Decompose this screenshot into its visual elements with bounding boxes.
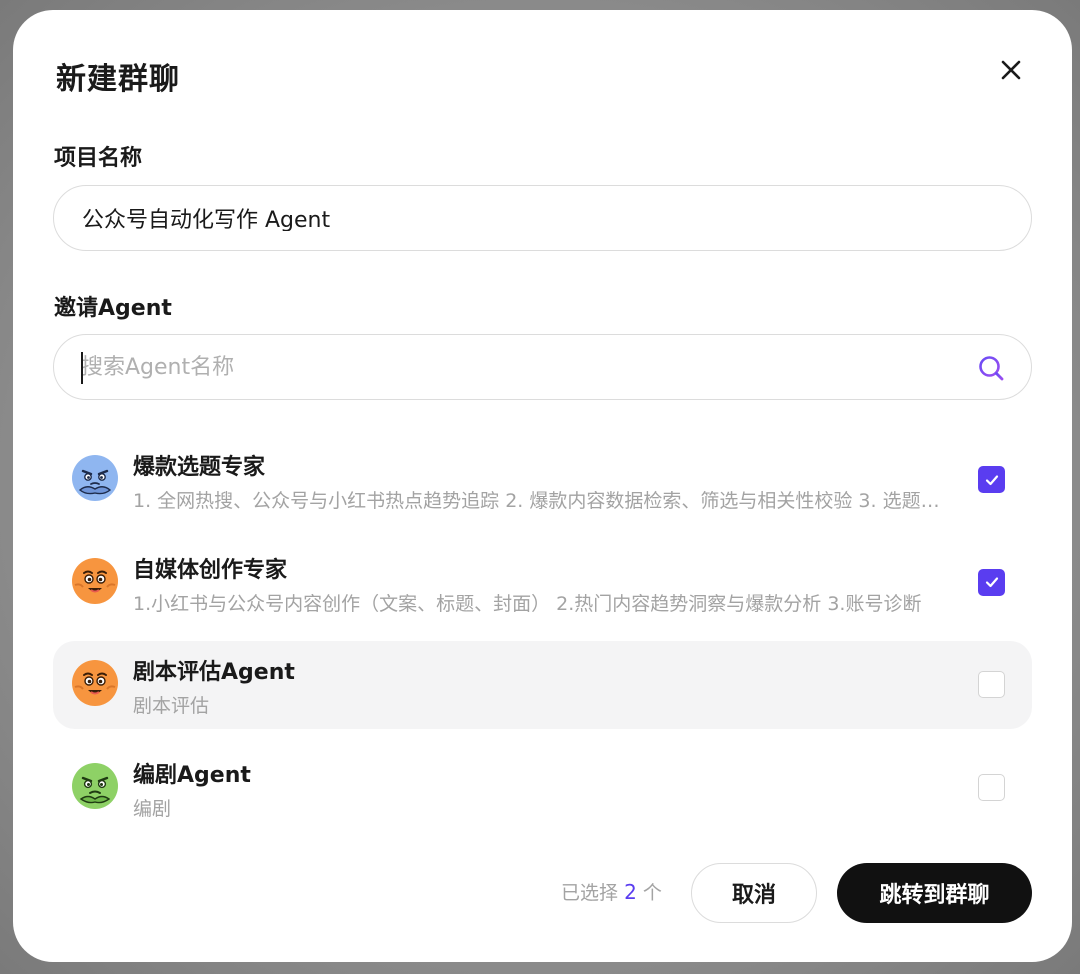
search-icon[interactable]	[977, 354, 1005, 382]
new-group-chat-dialog: 新建群聊 项目名称 邀请Agent	[13, 10, 1072, 962]
invite-agent-label: 邀请Agent	[54, 296, 172, 321]
agent-row[interactable]: 自媒体创作专家 1.小红书与公众号内容创作（文案、标题、封面） 2.热门内容趋势…	[53, 539, 1032, 627]
selected-count: 2	[624, 880, 637, 904]
close-button[interactable]	[996, 55, 1026, 85]
agent-row[interactable]: 编剧Agent 编剧	[53, 744, 1032, 832]
agent-select-checkbox[interactable]	[978, 671, 1005, 698]
go-to-group-chat-button[interactable]: 跳转到群聊	[837, 863, 1032, 923]
agent-select-checkbox[interactable]	[978, 568, 1005, 596]
cancel-button[interactable]: 取消	[691, 863, 817, 923]
checkmark-icon	[985, 474, 998, 485]
smiling-orange-avatar-icon	[72, 660, 118, 706]
agent-name: 爆款选题专家	[133, 455, 266, 480]
selected-suffix: 个	[642, 882, 662, 904]
text-cursor	[81, 352, 83, 384]
dialog-title: 新建群聊	[56, 62, 180, 97]
agent-description: 编剧	[133, 797, 172, 820]
selected-count-text: 已选择 2 个	[561, 878, 662, 905]
agent-description: 1. 全网热搜、公众号与小红书热点趋势追踪 2. 爆款内容数据检索、筛选与相关性…	[133, 490, 951, 512]
smiling-orange-avatar-icon	[72, 557, 118, 604]
agent-description: 剧本评估	[133, 695, 210, 717]
selected-prefix: 已选择	[561, 882, 619, 904]
agent-search-input[interactable]	[54, 335, 1031, 399]
project-name-label: 项目名称	[54, 146, 143, 171]
agent-list: 爆款选题专家 1. 全网热搜、公众号与小红书热点趋势追踪 2. 爆款内容数据检索…	[53, 436, 1032, 846]
checkmark-icon	[985, 577, 998, 588]
agent-row[interactable]: 剧本评估Agent 剧本评估	[53, 641, 1032, 729]
frowning-green-avatar-icon	[72, 762, 118, 809]
project-name-input[interactable]	[54, 205, 1031, 231]
agent-select-checkbox[interactable]	[978, 773, 1005, 801]
angry-blue-avatar-icon	[72, 455, 118, 501]
close-icon	[1001, 60, 1021, 80]
agent-select-checkbox[interactable]	[978, 466, 1005, 493]
agent-search-field-wrapper	[53, 334, 1032, 400]
agent-name: 剧本评估Agent	[133, 660, 295, 685]
project-name-field-wrapper	[53, 185, 1032, 251]
agent-description: 1.小红书与公众号内容创作（文案、标题、封面） 2.热门内容趋势洞察与爆款分析 …	[133, 592, 922, 615]
agent-name: 编剧Agent	[133, 762, 251, 788]
agent-name: 自媒体创作专家	[133, 557, 288, 583]
agent-row[interactable]: 爆款选题专家 1. 全网热搜、公众号与小红书热点趋势追踪 2. 爆款内容数据检索…	[53, 436, 1032, 524]
